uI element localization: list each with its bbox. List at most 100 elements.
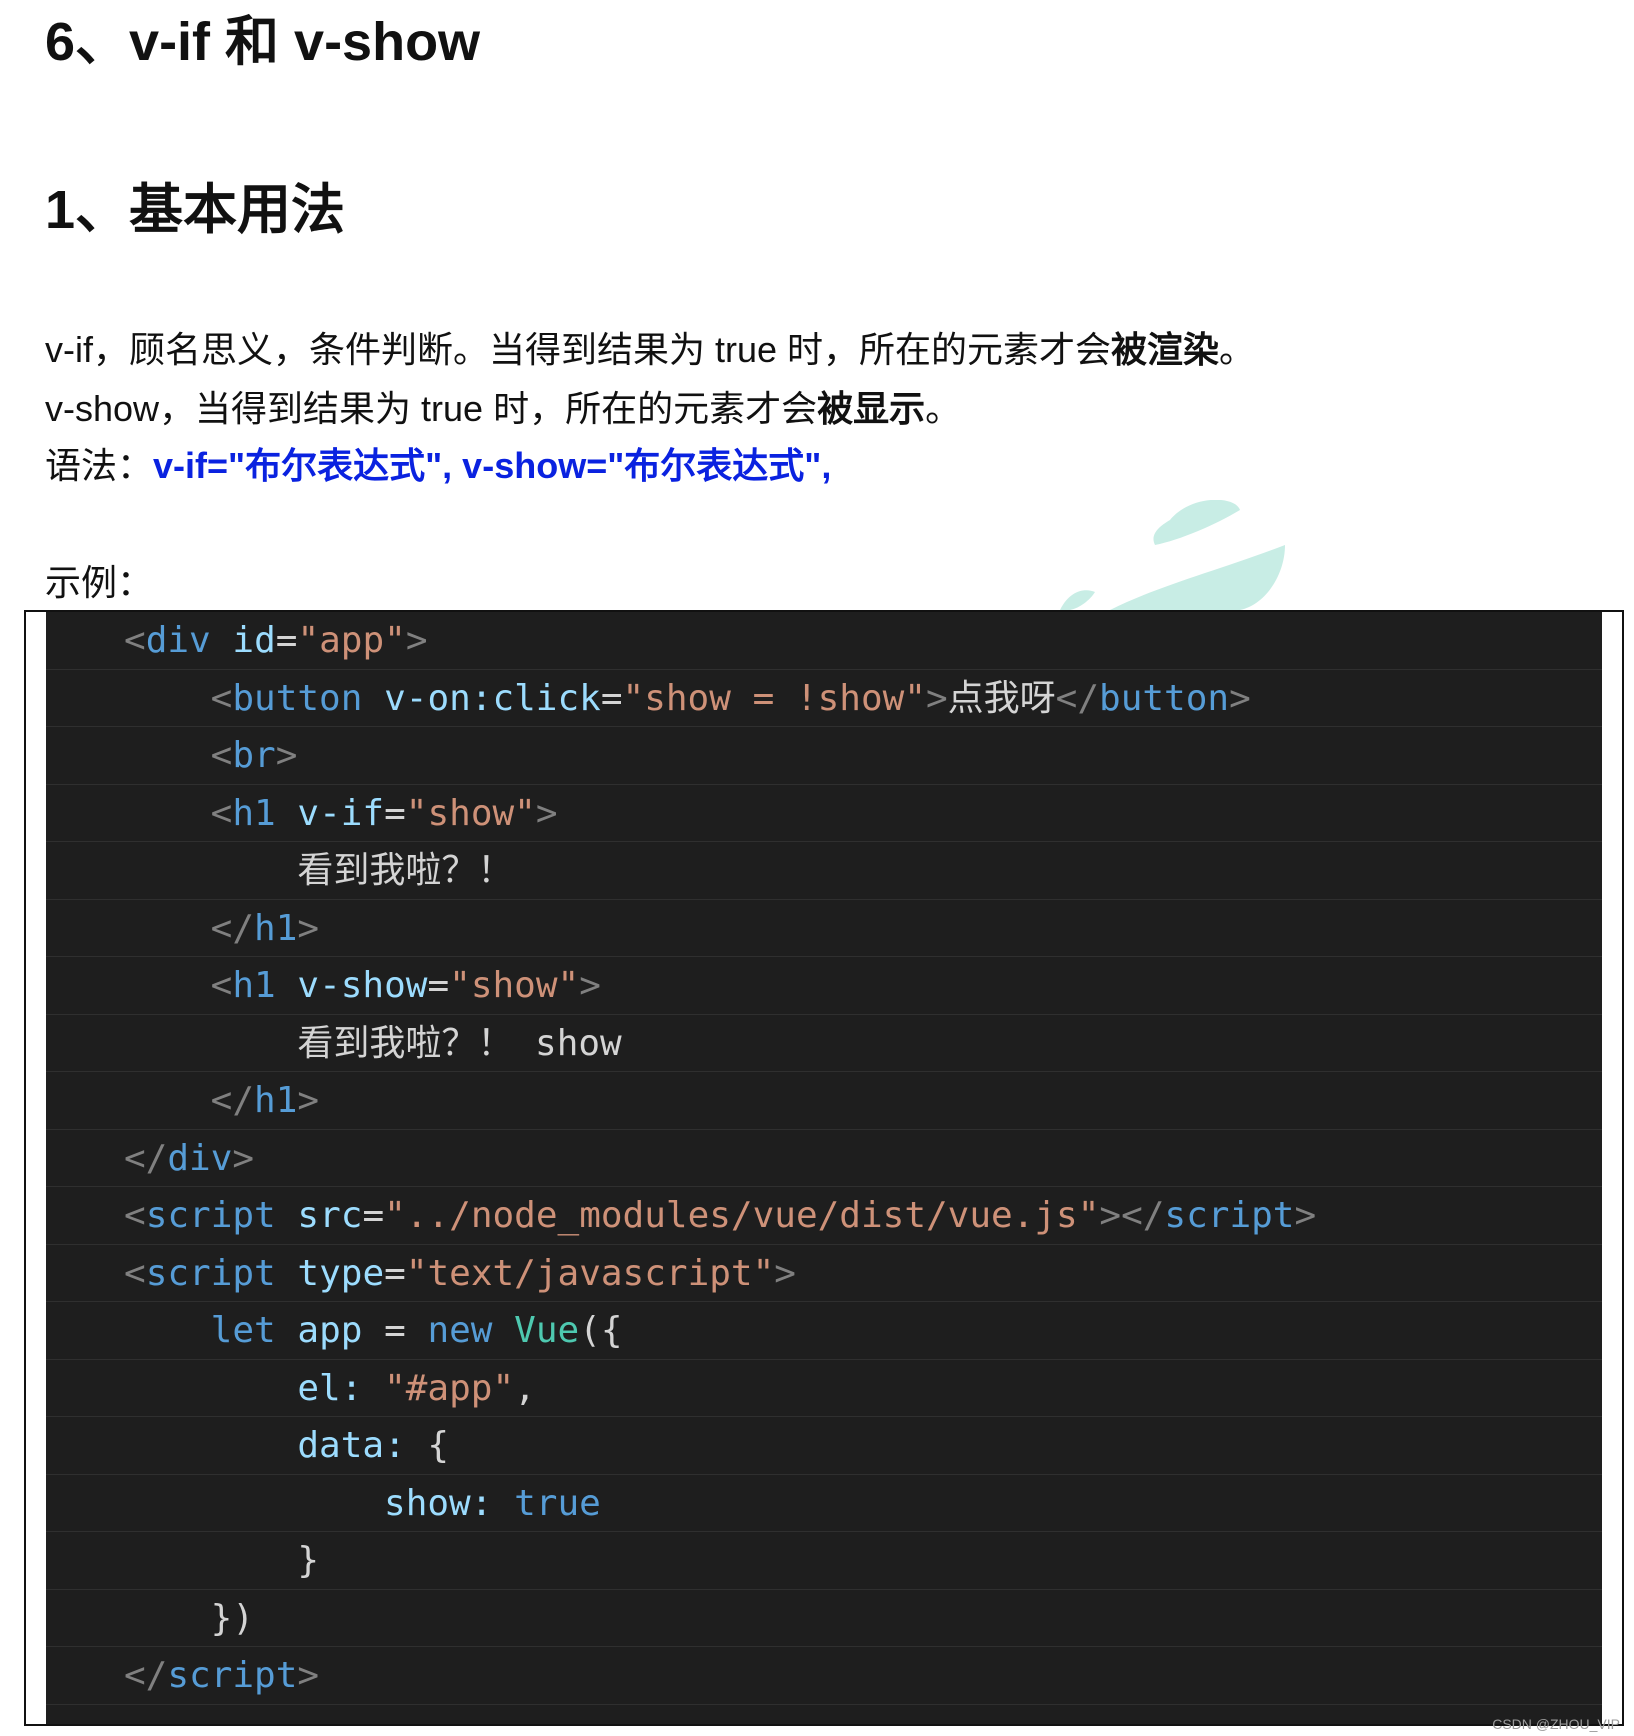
code-line: el: "#app", bbox=[46, 1360, 1602, 1417]
paragraph-v-show-text: v-show，当得到结果为 true 时，所在的元素才会 bbox=[45, 388, 818, 429]
code-token: > bbox=[1294, 1195, 1317, 1236]
code-token: h1 bbox=[254, 907, 298, 949]
code-token: = bbox=[600, 677, 623, 719]
code-token: true bbox=[514, 1482, 601, 1524]
code-token: > bbox=[774, 1252, 796, 1294]
code-token: "#app" bbox=[384, 1367, 515, 1409]
code-token: ({ bbox=[579, 1310, 623, 1351]
paragraph-v-if: v-if，顾名思义，条件判断。当得到结果为 true 时，所在的元素才会被渲染。 bbox=[45, 325, 1255, 375]
code-token: > bbox=[579, 965, 601, 1006]
code-token: </ bbox=[210, 907, 255, 949]
code-token: "show = !show" bbox=[622, 677, 926, 719]
code-line: </h1> bbox=[46, 900, 1602, 957]
code-token: 看到我啦？！ show bbox=[297, 1022, 622, 1064]
code-token: < bbox=[210, 792, 233, 834]
code-token: < bbox=[210, 965, 233, 1006]
code-token: > bbox=[275, 735, 298, 776]
code-editor: <div id="app"> <button v-on:click="show =… bbox=[46, 612, 1602, 1724]
code-token: button bbox=[1099, 677, 1230, 719]
code-token: = bbox=[427, 965, 450, 1006]
code-token: "../node_modules/vue/dist/vue.js" bbox=[384, 1195, 1100, 1236]
paragraph-v-show: v-show，当得到结果为 true 时，所在的元素才会被显示。 bbox=[45, 384, 961, 434]
paragraph-v-if-suffix: 。 bbox=[1219, 329, 1256, 370]
code-line: </script> bbox=[46, 1647, 1602, 1705]
code-token: </ bbox=[124, 1137, 168, 1179]
code-line: <button v-on:click="show = !show">点我呀</b… bbox=[46, 670, 1602, 727]
code-token: </ bbox=[210, 1080, 255, 1121]
section-heading: 1、基本用法 bbox=[45, 180, 346, 240]
code-token: = bbox=[362, 1310, 428, 1351]
code-token: script bbox=[145, 1252, 276, 1294]
code-token: br bbox=[232, 735, 276, 776]
code-line: <br> bbox=[46, 727, 1602, 785]
code-token: < bbox=[210, 677, 233, 719]
code-token: src bbox=[297, 1195, 363, 1236]
code-token: "text/javascript" bbox=[405, 1252, 775, 1294]
code-token: > bbox=[297, 1080, 320, 1121]
syntax-label: 语法： bbox=[45, 445, 154, 486]
code-token: button bbox=[232, 677, 363, 719]
code-token: > bbox=[297, 1655, 320, 1696]
paragraph-v-if-text: v-if，顾名思义，条件判断。当得到结果为 true 时，所在的元素才会 bbox=[45, 329, 1112, 370]
code-token: id bbox=[232, 620, 276, 661]
code-line: let app = new Vue({ bbox=[46, 1302, 1602, 1360]
code-token: let bbox=[210, 1310, 276, 1351]
code-token: > bbox=[232, 1137, 255, 1179]
code-token: > bbox=[297, 907, 320, 949]
code-token: < bbox=[210, 735, 233, 776]
code-token: data: bbox=[297, 1425, 406, 1466]
code-token: new bbox=[427, 1310, 493, 1351]
code-token: v-show bbox=[297, 965, 428, 1006]
watermark-logo-icon bbox=[1060, 500, 1285, 610]
code-line: </h1> bbox=[46, 1072, 1602, 1130]
code-token: > bbox=[535, 792, 558, 834]
code-token: show: bbox=[384, 1482, 493, 1524]
code-line: 看到我啦？！ bbox=[46, 842, 1602, 900]
code-token: ></ bbox=[1099, 1195, 1165, 1236]
code-token: h1 bbox=[254, 1080, 298, 1121]
code-token: h1 bbox=[232, 792, 276, 834]
code-line: 看到我啦？！ show bbox=[46, 1015, 1602, 1072]
code-token: }) bbox=[210, 1597, 255, 1639]
code-token: = bbox=[362, 1195, 385, 1236]
code-token: type bbox=[297, 1252, 385, 1294]
code-token: "show" bbox=[449, 965, 580, 1006]
code-token: > bbox=[405, 620, 428, 661]
watermark-text: CSDN @ZHOU_VIP bbox=[1492, 1716, 1620, 1732]
code-token: v-on:click bbox=[384, 677, 601, 719]
code-token: < bbox=[124, 620, 146, 661]
code-line: } bbox=[46, 1532, 1602, 1590]
code-token: script bbox=[167, 1655, 298, 1696]
code-line: <h1 v-show="show"> bbox=[46, 957, 1602, 1015]
code-token: , bbox=[514, 1367, 536, 1409]
code-token: = bbox=[275, 620, 298, 661]
code-line: data: { bbox=[46, 1417, 1602, 1475]
code-token: div bbox=[167, 1137, 233, 1179]
code-token: = bbox=[384, 1252, 406, 1294]
paragraph-v-show-emphasis: 被显示 bbox=[817, 388, 926, 429]
paragraph-v-if-emphasis: 被渲染 bbox=[1111, 329, 1220, 370]
code-token: > bbox=[1229, 677, 1251, 719]
code-line: <script type="text/javascript"> bbox=[46, 1245, 1602, 1302]
code-token: </ bbox=[124, 1655, 168, 1696]
code-token: Vue bbox=[514, 1310, 580, 1351]
page-title: 6、v-if 和 v-show bbox=[45, 12, 481, 72]
code-token: </ bbox=[1055, 677, 1100, 719]
code-token: < bbox=[124, 1195, 146, 1236]
code-token: "show" bbox=[405, 792, 536, 834]
code-line: <script src="../node_modules/vue/dist/vu… bbox=[46, 1187, 1602, 1245]
code-token: app bbox=[297, 1310, 363, 1351]
code-line: show: true bbox=[46, 1475, 1602, 1532]
code-token: "app" bbox=[297, 620, 406, 661]
code-line: </div> bbox=[46, 1130, 1602, 1187]
code-line: }) bbox=[46, 1590, 1602, 1647]
